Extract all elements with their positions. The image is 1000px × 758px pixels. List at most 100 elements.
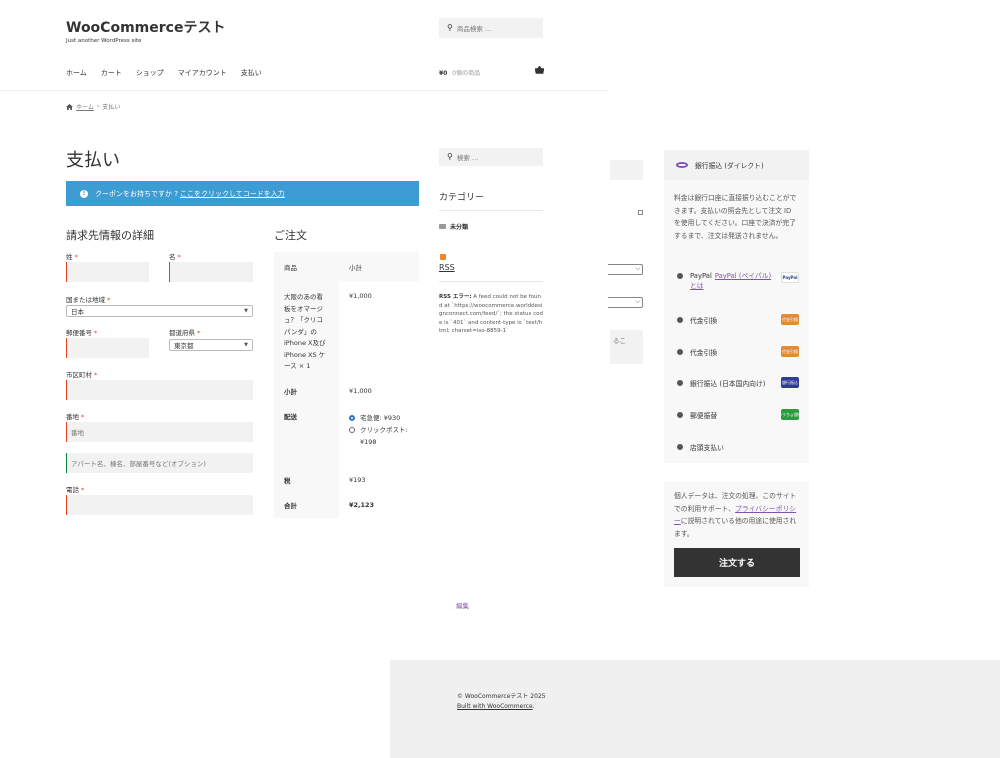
table-row: 商品 小計 — [274, 252, 419, 282]
nav-item-home[interactable]: ホーム — [66, 68, 87, 78]
place-order-button[interactable]: 注文する — [674, 548, 800, 577]
header-divider — [0, 90, 608, 91]
cod-badge-icon: 代金引換 — [781, 346, 799, 357]
rss-icon[interactable] — [440, 254, 446, 260]
address-field[interactable]: 番地 — [66, 422, 253, 442]
city-field[interactable] — [66, 380, 253, 400]
basket-icon[interactable] — [534, 65, 545, 77]
site-title[interactable]: WooCommerceテスト — [66, 17, 225, 37]
paypal-logo-icon: PayPal — [781, 272, 799, 283]
header-cart[interactable]: ¥0 0個の商品 — [439, 68, 480, 77]
built-with-woocommerce-link[interactable]: Built with WooCommerce — [457, 703, 533, 710]
radio-selected-icon — [349, 415, 355, 421]
required-mark: * — [107, 296, 111, 304]
radio-icon — [677, 317, 683, 323]
chevron-down-icon: ▼ — [244, 342, 248, 348]
total-value: ¥2,123 — [349, 501, 375, 509]
postcode-field[interactable] — [66, 338, 149, 358]
order-section-title: ご注文 — [274, 229, 307, 242]
radio-icon — [677, 444, 683, 450]
breadcrumb-home-link[interactable]: ホーム — [76, 102, 94, 111]
partial-select[interactable]: ⌵ — [608, 297, 643, 308]
payment-option-store[interactable]: 店頭支払い — [677, 442, 724, 452]
rss-error-label: RSS エラー: — [439, 294, 472, 300]
postcode-label-text: 郵便番号 — [66, 329, 92, 337]
partial-input-field[interactable] — [610, 160, 643, 180]
address-label: 番地 * — [66, 411, 84, 421]
radio-icon — [677, 273, 683, 279]
partial-checkbox[interactable] — [638, 210, 643, 215]
last-name-field[interactable] — [66, 262, 149, 282]
nav-item-cart[interactable]: カート — [101, 68, 122, 78]
home-icon — [66, 103, 73, 110]
site-tagline: Just another WordPress site — [66, 38, 142, 44]
payment-option-paypal[interactable]: PayPal PayPal (ペイパル) とは — [677, 271, 774, 291]
payment-option-cod-1-label: 代金引換 — [690, 317, 718, 325]
partial-textarea[interactable]: るこ — [610, 330, 643, 364]
header-search-input[interactable]: ⚲ 商品検索 … — [439, 18, 543, 38]
first-name-field[interactable] — [169, 262, 253, 282]
info-icon: ! — [80, 189, 88, 198]
postal-badge-icon: ゆうちょ銀行 — [781, 409, 799, 420]
last-name-label: 姓 * — [66, 251, 78, 261]
rss-error-message: RSS エラー: A feed could not be found at `h… — [439, 293, 543, 336]
payment-option-cod-1[interactable]: 代金引換 — [677, 315, 717, 325]
last-name-label-text: 姓 — [66, 253, 73, 261]
city-label: 市区町村 * — [66, 369, 97, 379]
address2-field-placeholder: アパート名、棟名、部屋番号など(オプション) — [71, 460, 206, 468]
payment-option-store-label: 店頭支払い — [690, 444, 724, 452]
required-mark: * — [94, 329, 98, 337]
table-row: 合計 ¥2,123 — [274, 492, 419, 518]
header-search-placeholder: 商品検索 … — [456, 25, 492, 33]
category-item-label: 未分類 — [450, 224, 469, 231]
address2-field[interactable]: アパート名、棟名、部屋番号など(オプション) — [66, 453, 253, 473]
country-label: 国または地域 * — [66, 294, 110, 304]
rss-widget-title[interactable]: RSS — [439, 263, 455, 272]
country-select-value: 日本 — [71, 308, 84, 316]
nav-item-checkout[interactable]: 支払い — [241, 68, 262, 78]
shipping-option-clickpost-label: クリックポスト: ¥198 — [360, 426, 408, 446]
bank-badge-icon: 銀行振込 — [781, 377, 799, 388]
phone-label-text: 電話 — [66, 486, 79, 494]
payment-option-jp-bank[interactable]: 銀行振込 (日本国内向け) — [677, 378, 765, 388]
edit-link[interactable]: 編集 — [456, 600, 469, 610]
state-select[interactable]: 東京都 ▼ — [169, 339, 253, 351]
shipping-label: 配送 — [274, 404, 339, 468]
payment-option-bacs[interactable]: 銀行振込 (ダイレクト) — [664, 150, 809, 180]
required-mark: * — [177, 253, 181, 261]
divider — [439, 210, 543, 211]
payment-option-cod-2[interactable]: 代金引換 — [677, 347, 717, 357]
table-row: 大阪のあの看板をオマージュ？「クリコパンダ」の iPhone X及び iPhon… — [274, 282, 419, 378]
country-select[interactable]: 日本 ▼ — [66, 305, 253, 317]
product-name: 大阪のあの看板をオマージュ？「クリコパンダ」の iPhone X及び iPhon… — [274, 282, 339, 378]
nav-item-my-account[interactable]: マイアカウント — [178, 68, 227, 78]
breadcrumb-current: 支払い — [102, 104, 121, 111]
cart-count: 0個の商品 — [452, 70, 481, 77]
search-icon: ⚲ — [447, 23, 453, 32]
shipping-option-clickpost[interactable]: クリックポスト: ¥198 — [349, 424, 409, 448]
coupon-toggle-link[interactable]: ここをクリックしてコードを入力 — [180, 189, 285, 199]
radio-icon — [349, 427, 355, 433]
state-label: 都道府県 * — [169, 327, 200, 337]
phone-field[interactable] — [66, 495, 253, 515]
shipping-option-takkyubin[interactable]: 宅急便: ¥930 — [349, 412, 409, 424]
product-price: ¥1,000 — [349, 292, 372, 300]
payment-bacs-description: 料金は銀行口座に直接振り込むことができます。支払いの照会先として注文 ID を使… — [674, 194, 797, 240]
tax-value: ¥193 — [349, 476, 366, 484]
table-row: 税 ¥193 — [274, 468, 419, 492]
privacy-policy-text: 個人データは、注文の処理、このサイトでの利用サポート、プライバシーポリシーに説明… — [674, 490, 802, 540]
category-item-uncategorized[interactable]: 未分類 — [439, 222, 468, 231]
chevron-down-icon: ⌵ — [635, 265, 640, 272]
sidebar-search-input[interactable]: ⚲ 検索 … — [439, 148, 543, 166]
nav-item-shop[interactable]: ショップ — [136, 68, 164, 78]
phone-label: 電話 * — [66, 484, 84, 494]
order-review-table: 商品 小計 大阪のあの看板をオマージュ？「クリコパンダ」の iPhone X及び… — [274, 252, 419, 518]
required-mark: * — [81, 486, 85, 494]
payment-option-postal-label: 郵便振替 — [690, 412, 718, 420]
col-product-header: 商品 — [274, 252, 339, 282]
folder-icon — [439, 224, 446, 229]
partial-select[interactable]: ⌵ — [608, 264, 643, 275]
shipping-option-takkyubin-label: 宅急便: ¥930 — [360, 414, 401, 422]
radio-icon — [677, 380, 683, 386]
payment-option-postal[interactable]: 郵便振替 — [677, 410, 717, 420]
